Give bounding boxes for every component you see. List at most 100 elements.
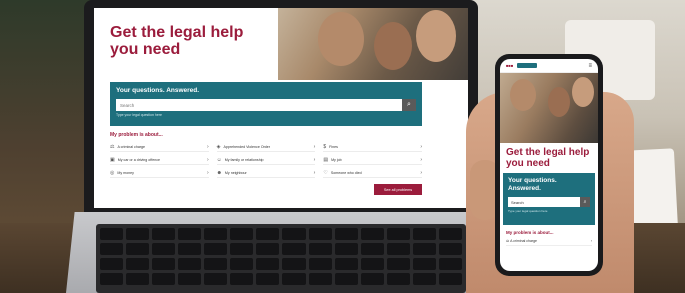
person-face	[318, 12, 364, 66]
see-all-problems-button[interactable]: See all problems	[374, 184, 422, 195]
chevron-right-icon: ›	[313, 143, 316, 150]
key	[438, 273, 462, 285]
key	[334, 273, 358, 285]
key	[230, 243, 254, 255]
family-icon: ☺	[216, 156, 222, 163]
search-input[interactable]	[116, 99, 402, 111]
key	[256, 258, 280, 270]
phone-search-input[interactable]: Search	[508, 197, 580, 207]
key	[438, 258, 462, 270]
key	[412, 243, 436, 255]
key	[412, 273, 436, 285]
site-logo[interactable]: ■■■	[506, 63, 513, 68]
key	[126, 243, 150, 255]
menu-icon[interactable]: ≡	[588, 63, 592, 69]
header-badge[interactable]	[517, 63, 538, 68]
shield-icon: ◈	[216, 143, 221, 150]
problem-item[interactable]: ▣ My car or a driving offence ›	[110, 155, 209, 165]
key	[256, 228, 280, 240]
key	[308, 258, 332, 270]
key	[360, 258, 384, 270]
key	[308, 228, 332, 240]
hero-photo	[278, 8, 468, 80]
phone-hero-title: Get the legal help you need	[506, 147, 590, 169]
problem-item[interactable]: ☻ My neighbour ›	[216, 168, 316, 178]
key	[152, 273, 176, 285]
key	[152, 243, 176, 255]
key	[230, 228, 254, 240]
chevron-right-icon: ›	[206, 156, 209, 163]
dollar-icon: $	[323, 143, 327, 150]
search-button[interactable]: ⌕	[402, 99, 416, 111]
chevron-right-icon: ›	[420, 169, 422, 176]
key	[360, 228, 384, 240]
key	[100, 258, 124, 270]
chevron-right-icon: ›	[420, 143, 422, 150]
search-icon: ⌕	[583, 199, 587, 205]
laptop-screen: Get the legal help you need Your questio…	[94, 8, 468, 208]
problem-item[interactable]: ◈ Apprehended Violence Order ›	[216, 142, 316, 152]
phone-search-button[interactable]: ⌕	[580, 197, 590, 207]
problem-item-label: Someone who died	[330, 170, 362, 175]
chevron-right-icon: ›	[206, 169, 209, 176]
key	[126, 228, 150, 240]
key	[386, 258, 410, 270]
chevron-right-icon: ›	[313, 169, 316, 176]
key	[100, 228, 124, 240]
chevron-right-icon: ›	[206, 143, 209, 150]
phone-screen: ■■■ ≡ Get the legal help you need Your q…	[500, 59, 598, 271]
key	[282, 273, 306, 285]
key	[178, 258, 202, 270]
key	[178, 243, 202, 255]
problem-item[interactable]: $ Fines ›	[323, 142, 422, 152]
people-icon: ☻	[216, 169, 222, 176]
phone: ■■■ ≡ Get the legal help you need Your q…	[495, 54, 603, 276]
problem-item[interactable]: ▤ My job ›	[323, 155, 422, 165]
key	[308, 273, 332, 285]
key	[256, 243, 280, 255]
key	[334, 243, 358, 255]
problem-item-label: Apprehended Violence Order	[223, 144, 271, 149]
key	[412, 228, 436, 240]
search-heading: Your questions. Answered.	[116, 87, 200, 94]
person-face	[548, 87, 570, 117]
laptop-keyboard	[96, 224, 466, 293]
car-icon: ▣	[110, 156, 115, 163]
key	[386, 228, 410, 240]
problem-item[interactable]: ◎ My money ›	[110, 168, 209, 178]
phone-search-row: Search ⌕	[508, 197, 590, 207]
phone-problem-item[interactable]: ⚖ A criminal charge ›	[506, 237, 592, 246]
heart-icon: ♡	[323, 169, 328, 176]
money-icon: ◎	[110, 169, 115, 176]
key	[178, 228, 202, 240]
person-face	[510, 79, 536, 111]
key	[360, 273, 384, 285]
laptop-screen-frame: Get the legal help you need Your questio…	[84, 0, 478, 214]
problem-item[interactable]: ♡ Someone who died ›	[323, 168, 422, 178]
problem-item[interactable]: ⚖ A criminal charge ›	[110, 142, 209, 152]
key	[152, 258, 176, 270]
phone-problem-item-label: A criminal charge	[510, 239, 537, 243]
problem-item-label: My neighbour	[224, 170, 247, 175]
key	[100, 273, 124, 285]
key	[204, 258, 228, 270]
phone-header: ■■■ ≡	[500, 59, 598, 73]
person-face	[374, 22, 412, 70]
chevron-right-icon: ›	[313, 156, 316, 163]
problem-item[interactable]: ☺ My family or relationship ›	[216, 155, 316, 165]
search-panel: Your questions. Answered. ⌕ Type your le…	[110, 82, 422, 126]
key	[152, 228, 176, 240]
key	[282, 243, 306, 255]
key	[126, 273, 150, 285]
key	[126, 258, 150, 270]
problem-item-label: Fines	[329, 144, 338, 149]
key	[308, 243, 332, 255]
key	[360, 243, 384, 255]
key	[230, 273, 254, 285]
chevron-right-icon: ›	[590, 239, 592, 243]
key	[282, 228, 306, 240]
search-hint: Type your legal question here	[116, 113, 162, 117]
key	[230, 258, 254, 270]
person-face	[416, 10, 456, 62]
phone-search-heading: Your questions. Answered.	[508, 177, 557, 192]
